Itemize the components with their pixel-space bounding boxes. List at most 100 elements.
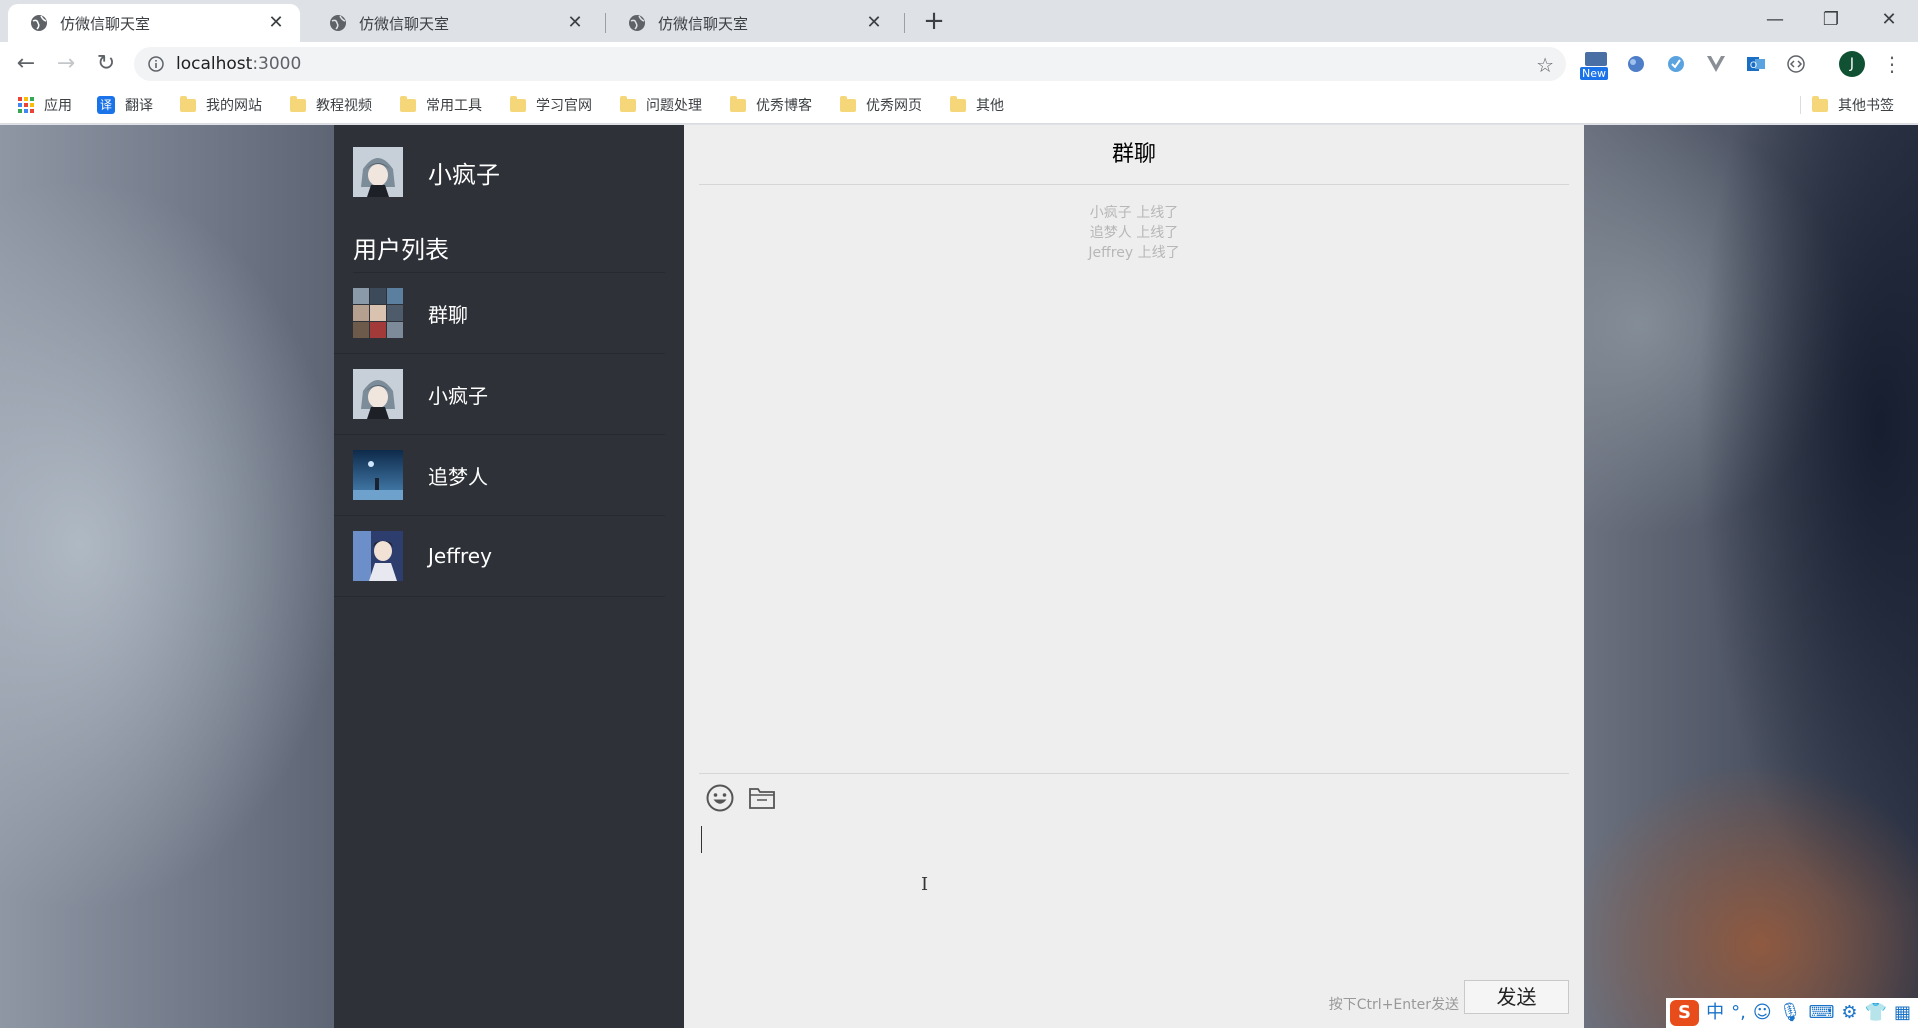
- close-icon[interactable]: ✕: [864, 13, 884, 33]
- window-close-button[interactable]: ✕: [1866, 4, 1912, 36]
- emoji-icon[interactable]: [705, 783, 735, 813]
- folder-icon: [510, 95, 526, 112]
- user-item[interactable]: 追梦人: [334, 435, 665, 516]
- bookmark-folder[interactable]: 学习官网: [510, 95, 592, 115]
- ime-logo[interactable]: S: [1670, 1000, 1700, 1026]
- bookmark-label: 我的网站: [206, 98, 262, 114]
- bookmark-folder[interactable]: 常用工具: [400, 95, 482, 115]
- system-message: 追梦人 上线了: [1089, 225, 1179, 241]
- tab-1[interactable]: 仿微信聊天室 ✕: [8, 4, 300, 42]
- reload-icon[interactable]: ↻: [92, 50, 120, 78]
- bookmark-folder[interactable]: 优秀网页: [840, 95, 922, 115]
- translate-icon: 译: [97, 96, 115, 114]
- extension-box: [1585, 52, 1607, 66]
- close-icon[interactable]: ✕: [266, 13, 286, 33]
- extension-vue-icon[interactable]: [1702, 50, 1730, 78]
- tab-2[interactable]: 仿微信聊天室 ✕: [307, 4, 599, 42]
- avatar: [353, 147, 403, 197]
- ibeam-cursor-icon: I: [921, 874, 929, 895]
- bookmark-star-icon[interactable]: ☆: [1536, 53, 1554, 77]
- extension-globe-icon[interactable]: [1622, 50, 1650, 78]
- user-item[interactable]: Jeffrey: [334, 516, 665, 597]
- folder-icon: [180, 95, 196, 112]
- current-user-name: 小疯子: [428, 160, 500, 189]
- globe-icon: [330, 15, 346, 31]
- tab-title: 仿微信聊天室: [60, 14, 151, 33]
- system-message: 小疯子 上线了: [1089, 205, 1179, 221]
- forward-arrow-icon[interactable]: →: [52, 50, 80, 78]
- url-text: localhost:3000: [176, 54, 301, 74]
- bookmark-label: 教程视频: [316, 98, 372, 114]
- chat-app: 小疯子 用户列表 群聊 小疯子 追梦人 Jeffrey 群聊 小疯子 上线了 追…: [334, 125, 1584, 1028]
- new-tab-button[interactable]: +: [920, 8, 948, 36]
- profile-avatar[interactable]: J: [1839, 51, 1865, 77]
- bookmark-translate[interactable]: 译 翻译: [97, 95, 153, 115]
- close-icon[interactable]: ✕: [565, 13, 585, 33]
- back-arrow-icon[interactable]: ←: [12, 50, 40, 78]
- text-caret: [701, 826, 702, 853]
- folder-icon: [620, 95, 636, 112]
- bookmark-other[interactable]: 其他书签: [1812, 95, 1894, 115]
- folder-icon: [730, 95, 746, 112]
- tab-title: 仿微信聊天室: [359, 14, 450, 33]
- bookmark-label: 常用工具: [426, 98, 482, 114]
- bookmark-folder[interactable]: 优秀博客: [730, 95, 812, 115]
- bookmark-folder[interactable]: 我的网站: [180, 95, 262, 115]
- user-name: 追梦人: [428, 464, 488, 489]
- extension-code-icon[interactable]: [1782, 50, 1810, 78]
- extension-outlook-icon[interactable]: O: [1742, 50, 1770, 78]
- sidebar: 小疯子 用户列表 群聊 小疯子 追梦人 Jeffrey: [334, 125, 684, 1028]
- info-icon[interactable]: [148, 56, 164, 72]
- new-badge: New: [1580, 67, 1608, 80]
- extension-check-icon[interactable]: [1662, 50, 1690, 78]
- user-name: Jeffrey: [428, 544, 492, 568]
- tab-3[interactable]: 仿微信聊天室 ✕: [606, 4, 898, 42]
- send-button[interactable]: 发送: [1464, 980, 1569, 1014]
- bookmark-label: 优秀博客: [756, 98, 812, 114]
- bookmarks-bar: 应用 译 翻译 我的网站 教程视频 常用工具 学习官网 问题处理 优秀博客 优秀…: [0, 86, 1918, 124]
- extension-new-icon[interactable]: New: [1580, 52, 1610, 82]
- tab-title: 仿微信聊天室: [658, 14, 749, 33]
- group-avatar: [353, 288, 403, 338]
- bookmark-folder[interactable]: 问题处理: [620, 95, 702, 115]
- bookmark-label: 优秀网页: [866, 98, 922, 114]
- url-port: :3000: [252, 54, 302, 74]
- folder-icon: [1812, 95, 1828, 112]
- user-list-title: 用户列表: [353, 236, 449, 264]
- ime-toolbar: S 中 °, ☺ 🎙 ⌨ ⚙ 👕 ▦: [1666, 998, 1918, 1028]
- bookmark-label: 问题处理: [646, 98, 702, 114]
- bookmark-folder[interactable]: 其他: [950, 95, 1004, 115]
- microphone-icon[interactable]: 🎙: [1779, 999, 1802, 1027]
- message-input[interactable]: I: [699, 824, 1569, 964]
- tools-icon[interactable]: ⚙: [1841, 999, 1857, 1027]
- address-bar[interactable]: localhost:3000 ☆: [134, 47, 1566, 81]
- user-name: 小疯子: [428, 383, 488, 408]
- system-message: Jeffrey 上线了: [1088, 245, 1180, 261]
- url-host: localhost: [176, 54, 253, 74]
- ime-punctuation[interactable]: °,: [1731, 999, 1746, 1027]
- grid-icon[interactable]: ▦: [1894, 999, 1911, 1027]
- page-viewport: 小疯子 用户列表 群聊 小疯子 追梦人 Jeffrey 群聊 小疯子 上线了 追…: [0, 125, 1918, 1028]
- menu-dots-icon[interactable]: ⋮: [1880, 50, 1904, 78]
- keyboard-icon[interactable]: ⌨: [1808, 999, 1834, 1027]
- folder-icon[interactable]: [747, 783, 777, 813]
- bookmark-label: 应用: [44, 98, 72, 114]
- smile-icon[interactable]: ☺: [1753, 999, 1772, 1027]
- svg-text:O: O: [1750, 60, 1757, 70]
- bookmark-label: 翻译: [125, 98, 153, 114]
- folder-icon: [950, 95, 966, 112]
- message-list: 小疯子 上线了 追梦人 上线了 Jeffrey 上线了: [699, 203, 1569, 263]
- skin-icon[interactable]: 👕: [1865, 999, 1887, 1027]
- user-item-group-chat[interactable]: 群聊: [334, 273, 665, 354]
- minimize-button[interactable]: —: [1752, 4, 1798, 36]
- tab-strip: 仿微信聊天室 ✕ 仿微信聊天室 ✕ 仿微信聊天室 ✕ + — ❐ ✕: [0, 0, 1918, 42]
- restore-button[interactable]: ❐: [1808, 4, 1854, 36]
- tab-divider: [904, 13, 905, 33]
- bookmark-apps[interactable]: 应用: [18, 95, 72, 115]
- bookmark-divider: [1800, 96, 1801, 114]
- bookmark-label: 学习官网: [536, 98, 592, 114]
- user-item[interactable]: 小疯子: [334, 354, 665, 435]
- bookmark-folder[interactable]: 教程视频: [290, 95, 372, 115]
- bookmark-label: 其他: [976, 98, 1004, 114]
- ime-mode[interactable]: 中: [1706, 999, 1724, 1027]
